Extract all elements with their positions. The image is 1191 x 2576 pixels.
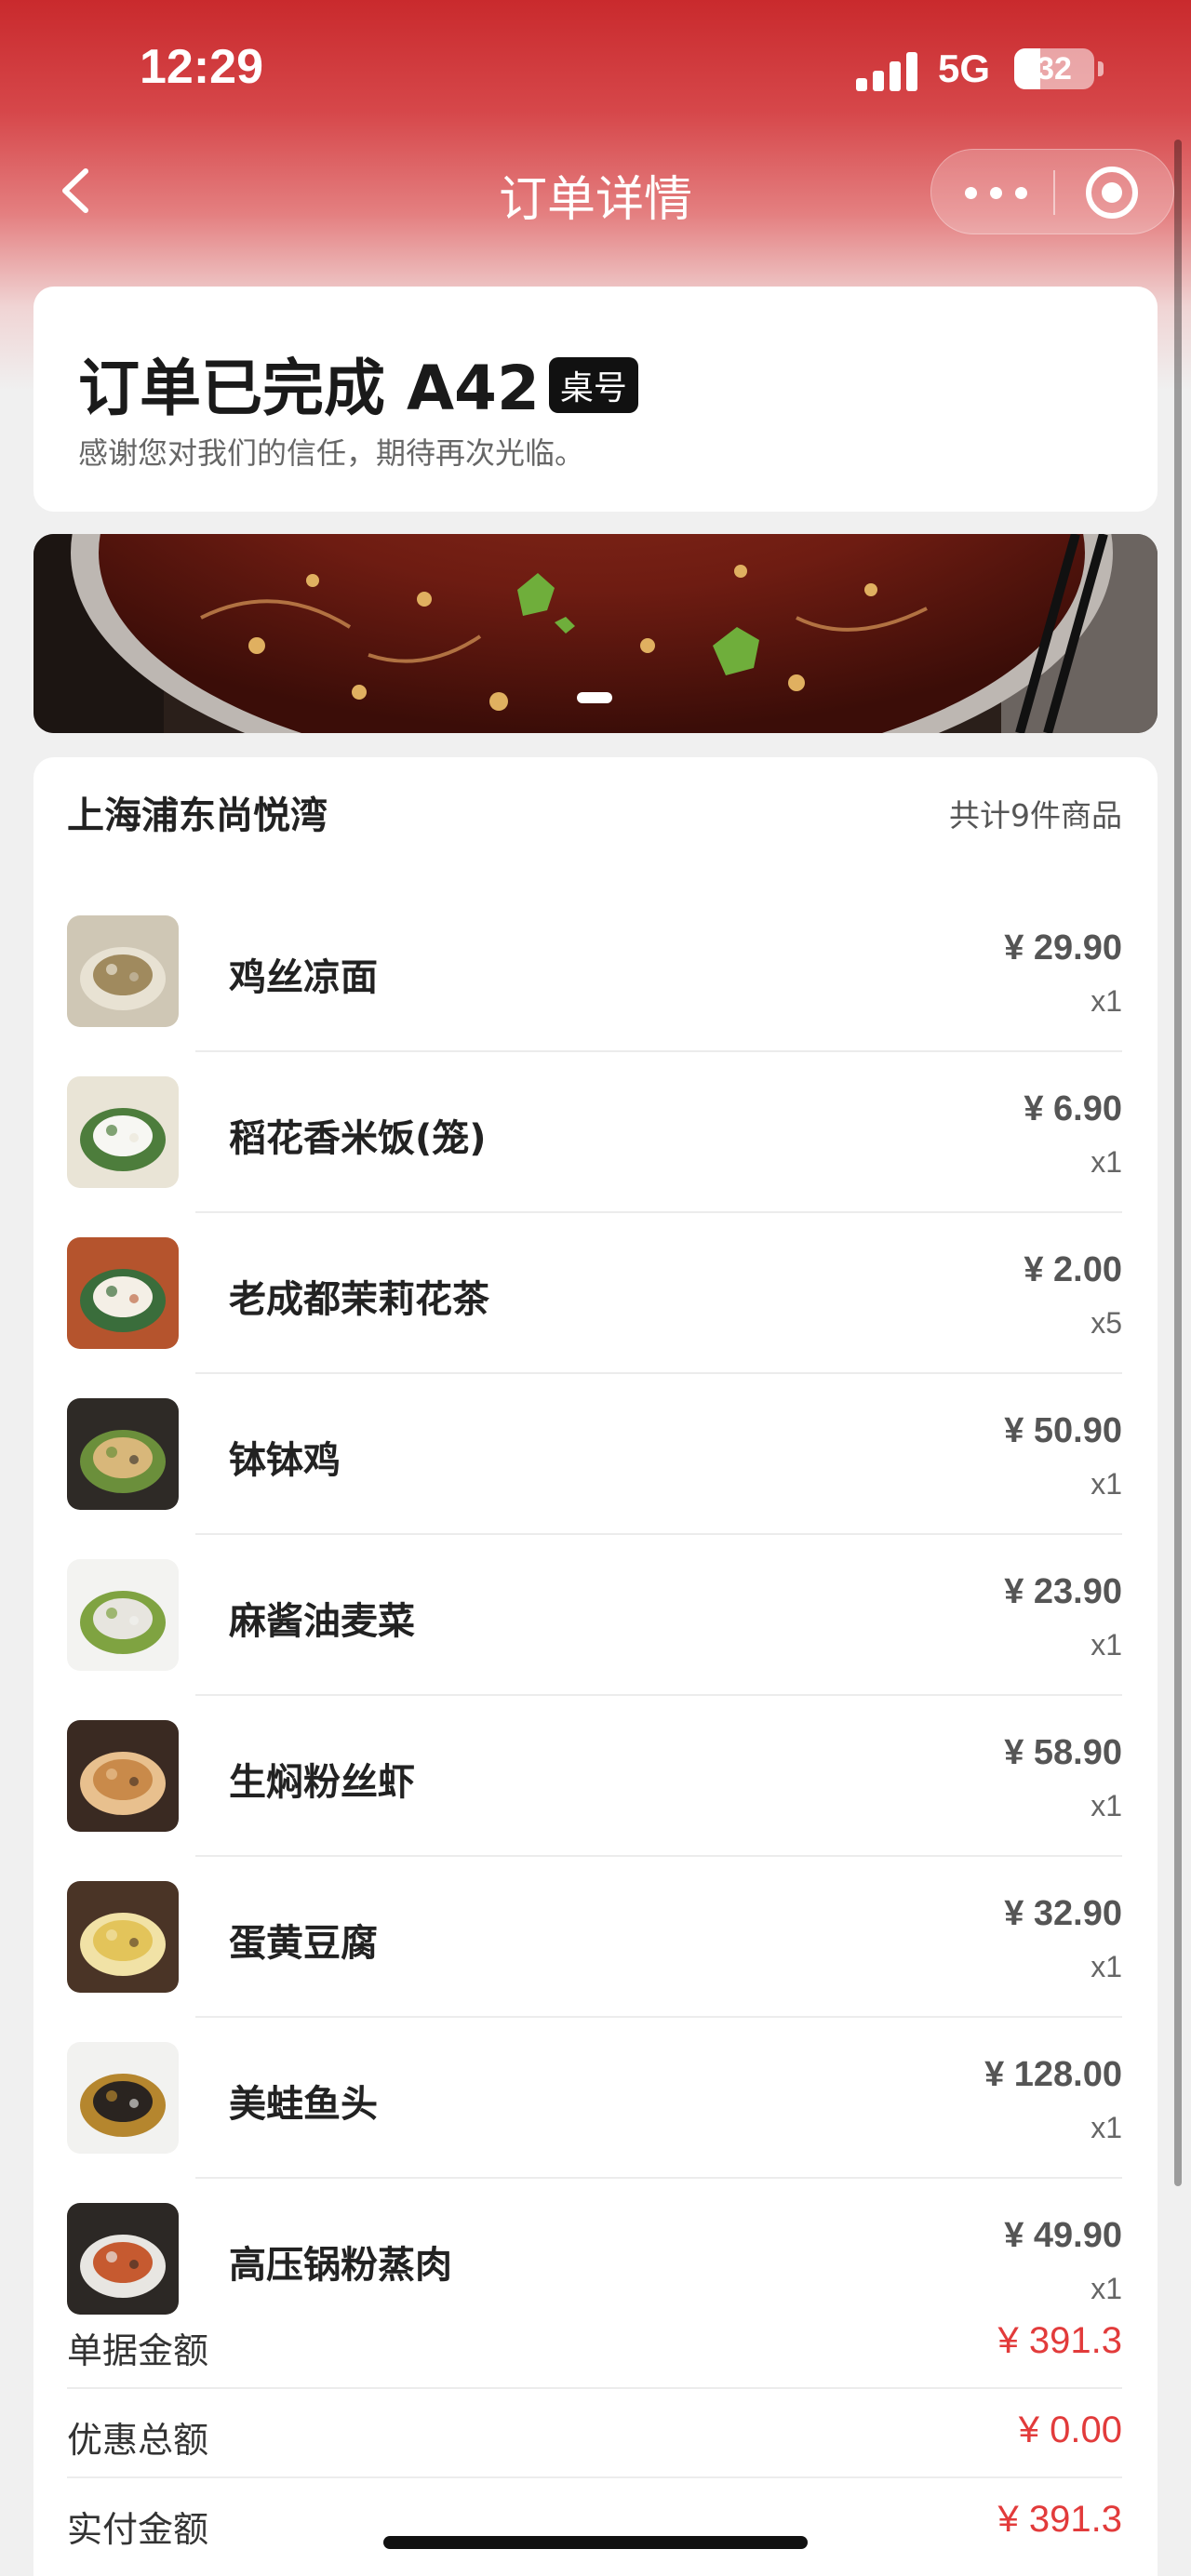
dish-name: 老成都茉莉花茶 (229, 1278, 489, 1321)
dish-quantity: x1 (1091, 1145, 1122, 1179)
dish-name: 美蛙鱼头 (229, 2083, 378, 2126)
dish-thumbnail (67, 1720, 179, 1832)
order-items-card: 上海浦东尚悦湾 共计9件商品 鸡丝凉面 ¥ 29.90 x1 稻花香米饭(笼) ¥ 6.… (33, 757, 1158, 2576)
dish-quantity: x1 (1091, 1628, 1122, 1662)
capsule-divider (1053, 170, 1055, 215)
order-status-text: 订单已完成 A42 (78, 353, 540, 424)
item-count: 共计9件商品 (949, 797, 1122, 834)
dish-price: ¥ 49.90 (1004, 2216, 1122, 2255)
dish-name: 稻花香米饭(笼) (229, 1117, 487, 1160)
summary-label: 实付金额 (67, 2509, 209, 2550)
order-status-subtitle: 感谢您对我们的信任，期待再次光临。 (78, 435, 585, 471)
order-item-row[interactable]: 钵钵鸡 ¥ 50.90 x1 (33, 1374, 1158, 1535)
dish-name: 蛋黄豆腐 (229, 1922, 378, 1965)
mini-program-capsule (930, 149, 1174, 234)
table-number-badge: 桌号 (548, 356, 638, 413)
order-item-row[interactable]: 鸡丝凉面 ¥ 29.90 x1 (33, 891, 1158, 1052)
dish-quantity: x1 (1091, 1467, 1122, 1501)
more-icon[interactable] (959, 170, 1034, 215)
order-item-row[interactable]: 稻花香米饭(笼) ¥ 6.90 x1 (33, 1052, 1158, 1213)
dish-thumbnail (67, 1237, 179, 1349)
dish-quantity: x1 (1091, 1789, 1122, 1822)
network-type: 5G (938, 47, 991, 90)
battery-cap (1098, 61, 1104, 76)
dish-quantity: x5 (1091, 1306, 1122, 1340)
dish-thumbnail (67, 1559, 179, 1671)
dish-name: 钵钵鸡 (229, 1439, 341, 1482)
dish-thumbnail (67, 1398, 179, 1510)
dish-name: 高压锅粉蒸肉 (229, 2244, 452, 2287)
summary-label: 优惠总额 (67, 2420, 209, 2461)
store-name: 上海浦东尚悦湾 (67, 794, 328, 837)
status-bar: 12:29 5G 32 (0, 0, 1191, 140)
scrollbar[interactable] (1174, 140, 1182, 2186)
dish-quantity: x1 (1091, 984, 1122, 1018)
home-indicator[interactable] (383, 2536, 808, 2549)
dish-thumbnail (67, 1076, 179, 1188)
order-status-title: 订单已完成 A42 桌号 (78, 339, 638, 428)
dish-quantity: x1 (1091, 2111, 1122, 2144)
summary-value: ¥ 0.00 (1018, 2409, 1122, 2450)
dish-name: 生焖粉丝虾 (229, 1761, 415, 1804)
summary-row: 单据金额 ¥ 391.3 (33, 2300, 1158, 2389)
order-item-row[interactable]: 蛋黄豆腐 ¥ 32.90 x1 (33, 1857, 1158, 2018)
dish-thumbnail (67, 2203, 179, 2315)
dish-price: ¥ 6.90 (1024, 1089, 1122, 1128)
dish-price: ¥ 58.90 (1004, 1733, 1122, 1772)
signal-icon (856, 48, 921, 91)
dish-price: ¥ 128.00 (984, 2055, 1122, 2094)
dish-thumbnail (67, 2042, 179, 2154)
order-item-row[interactable]: 美蛙鱼头 ¥ 128.00 x1 (33, 2018, 1158, 2179)
battery-percent: 32 (1037, 51, 1072, 87)
close-mini-program-icon[interactable] (1086, 167, 1138, 219)
order-item-row[interactable]: 生焖粉丝虾 ¥ 58.90 x1 (33, 1696, 1158, 1857)
order-status-card: 订单已完成 A42 桌号 感谢您对我们的信任，期待再次光临。 (33, 287, 1158, 512)
order-item-row[interactable]: 老成都茉莉花茶 ¥ 2.00 x5 (33, 1213, 1158, 1374)
order-item-row[interactable]: 麻酱油麦菜 ¥ 23.90 x1 (33, 1535, 1158, 1696)
dish-price: ¥ 32.90 (1004, 1894, 1122, 1933)
summary-value: ¥ 391.3 (997, 2320, 1122, 2361)
dish-price: ¥ 29.90 (1004, 928, 1122, 968)
summary-value: ¥ 391.3 (997, 2499, 1122, 2540)
dish-quantity: x1 (1091, 1950, 1122, 1983)
dish-price: ¥ 50.90 (1004, 1411, 1122, 1450)
dish-thumbnail (67, 1881, 179, 1993)
summary-row: 实付金额 ¥ 391.3 (33, 2478, 1158, 2568)
summary-row: 优惠总额 ¥ 0.00 (33, 2389, 1158, 2478)
summary-label: 单据金额 (67, 2330, 209, 2371)
dish-price: ¥ 2.00 (1024, 1250, 1122, 1289)
banner-indicator-dot (577, 692, 612, 703)
dish-price: ¥ 23.90 (1004, 1572, 1122, 1611)
battery-icon: 32 (1014, 48, 1094, 89)
dish-name: 鸡丝凉面 (229, 956, 378, 999)
status-time: 12:29 (140, 40, 263, 94)
dish-name: 麻酱油麦菜 (229, 1600, 415, 1643)
dish-thumbnail (67, 915, 179, 1027)
